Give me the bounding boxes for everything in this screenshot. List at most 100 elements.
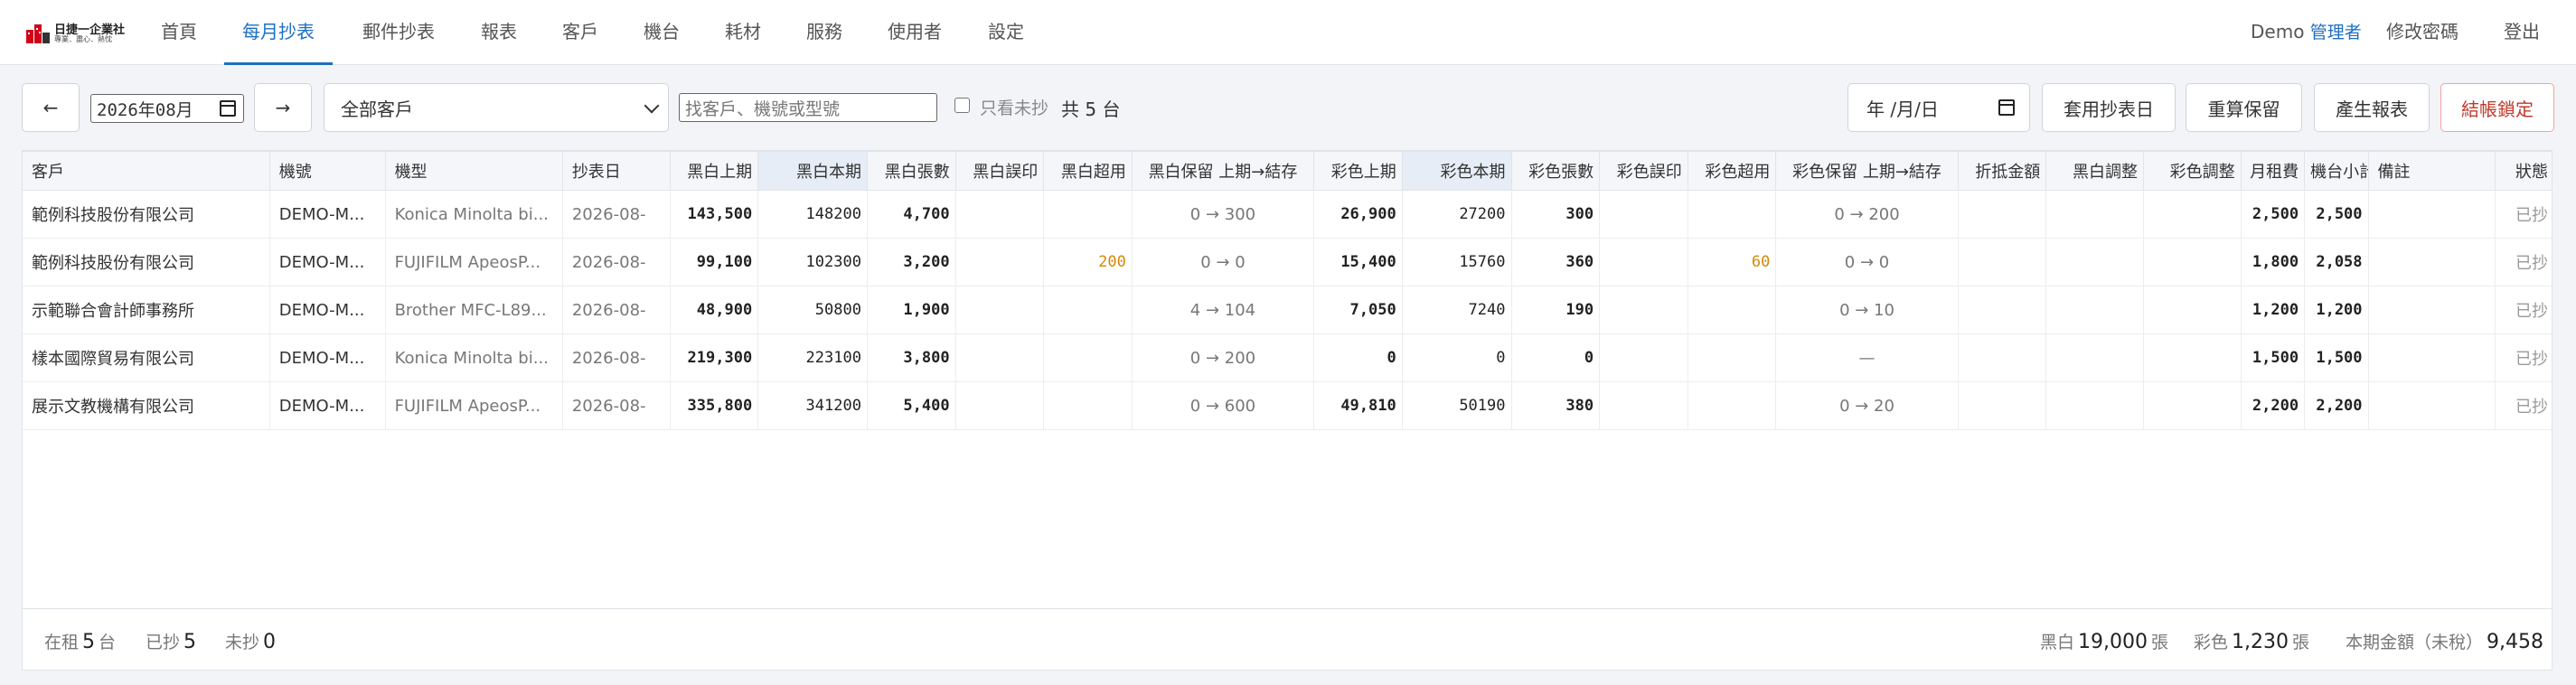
cell-note[interactable] xyxy=(2367,381,2496,430)
col-machine-no[interactable]: 機號 xyxy=(268,151,386,191)
col-bw-overuse[interactable]: 黑白超用 xyxy=(1043,151,1133,191)
search-input[interactable]: 找客戶、機號或型號 xyxy=(679,93,937,122)
cell-color-current[interactable]: 7240 xyxy=(1401,286,1512,334)
customer-filter-select[interactable]: 全部客戶 xyxy=(324,83,669,132)
tab-home[interactable]: 首頁 xyxy=(161,0,197,65)
cell-bw-current[interactable]: 341200 xyxy=(757,381,868,430)
col-bw-adjust[interactable]: 黑白調整 xyxy=(2045,151,2144,191)
cell-subtotal: 1,200 xyxy=(2304,286,2369,334)
col-color-adjust[interactable]: 彩色調整 xyxy=(2142,151,2242,191)
cell-bw-count: 1,900 xyxy=(866,286,956,334)
cell-color-count: 300 xyxy=(1510,190,1601,239)
cell-bw-current[interactable]: 148200 xyxy=(757,190,868,239)
cell-bw-adjust xyxy=(2045,238,2144,286)
color-total-label: 彩色 xyxy=(2194,633,2229,652)
col-color-misprint[interactable]: 彩色誤印 xyxy=(1599,151,1688,191)
col-color-current[interactable]: 彩色本期 xyxy=(1401,151,1512,191)
cell-color-overuse xyxy=(1687,381,1777,430)
cell-color-adjust xyxy=(2142,381,2242,430)
next-month-button[interactable]: → xyxy=(254,83,312,132)
tab-services[interactable]: 服務 xyxy=(806,0,842,65)
cell-color-adjust xyxy=(2142,190,2242,239)
cell-discount xyxy=(1957,381,2047,430)
table-row[interactable]: 展示文教機構有限公司 DEMO-M... FUJIFILM ApeosP... 202… xyxy=(23,381,2552,430)
cell-color-current[interactable]: 15760 xyxy=(1401,238,1512,286)
table-row[interactable]: 範例科技股份有限公司 DEMO-M... FUJIFILM ApeosP... 202… xyxy=(23,238,2552,286)
col-customer[interactable]: 客戶 xyxy=(23,151,270,191)
col-bw-current[interactable]: 黑白本期 xyxy=(757,151,868,191)
cell-subtotal: 2,500 xyxy=(2304,190,2369,239)
table-row[interactable]: 樣本國際貿易有限公司 DEMO-M... Konica Minolta bi... 2… xyxy=(23,333,2552,382)
generate-report-button[interactable]: 產生報表 xyxy=(2314,83,2430,132)
col-color-prev[interactable]: 彩色上期 xyxy=(1313,151,1403,191)
tab-supplies[interactable]: 耗材 xyxy=(725,0,761,65)
col-subtotal[interactable]: 機台小計 xyxy=(2304,151,2369,191)
cell-model: Konica Minolta bi... xyxy=(384,190,563,239)
change-password-link[interactable]: 修改密碼 xyxy=(2386,0,2458,65)
tab-users[interactable]: 使用者 xyxy=(888,0,942,65)
cell-note[interactable] xyxy=(2367,190,2496,239)
cell-bw-current[interactable]: 223100 xyxy=(757,333,868,382)
brand-logo[interactable]: 日捷一企業社 專業．盡心．熱忱 xyxy=(25,18,125,45)
cell-note[interactable] xyxy=(2367,238,2496,286)
cell-bw-misprint xyxy=(954,190,1045,239)
cell-monthly-fee: 1,200 xyxy=(2240,286,2306,334)
calendar-icon xyxy=(1998,99,2015,116)
logout-link[interactable]: 登出 xyxy=(2504,0,2540,65)
col-discount[interactable]: 折抵金額 xyxy=(1957,151,2047,191)
cell-note[interactable] xyxy=(2367,333,2496,382)
month-picker[interactable]: 2026年08月 xyxy=(90,94,244,123)
cell-bw-current[interactable]: 50800 xyxy=(757,286,868,334)
col-bw-misprint[interactable]: 黑白誤印 xyxy=(954,151,1045,191)
tab-settings[interactable]: 設定 xyxy=(988,0,1024,65)
cell-model: Konica Minolta bi... xyxy=(384,333,563,382)
col-monthly-fee[interactable]: 月租費 xyxy=(2240,151,2306,191)
tab-reports[interactable]: 報表 xyxy=(481,0,517,65)
lock-billing-button[interactable]: 結帳鎖定 xyxy=(2440,83,2554,132)
tab-email-reading[interactable]: 郵件抄表 xyxy=(362,0,435,65)
col-model[interactable]: 機型 xyxy=(384,151,563,191)
table-row[interactable]: 範例科技股份有限公司 DEMO-M... Konica Minolta bi... 2… xyxy=(23,190,2552,239)
cell-reading-date: 2026-08- xyxy=(561,190,671,239)
col-bw-prev[interactable]: 黑白上期 xyxy=(669,151,759,191)
col-color-reserve[interactable]: 彩色保留 上期→結存 xyxy=(1775,151,1959,191)
col-reading-date[interactable]: 抄表日 xyxy=(561,151,671,191)
color-total-unit: 張 xyxy=(2292,633,2310,652)
tab-monthly-reading[interactable]: 每月抄表 xyxy=(224,0,333,65)
cell-reading-date: 2026-08- xyxy=(561,238,671,286)
cell-color-prev: 7,050 xyxy=(1313,286,1403,334)
recalc-reserve-button[interactable]: 重算保留 xyxy=(2186,83,2302,132)
cell-color-current[interactable]: 50190 xyxy=(1401,381,1512,430)
user-menu[interactable]: Demo 管理者 xyxy=(2251,0,2362,65)
cell-color-current[interactable]: 0 xyxy=(1401,333,1512,382)
cell-customer: 展示文教機構有限公司 xyxy=(23,381,270,430)
cell-color-adjust xyxy=(2142,333,2242,382)
cell-color-misprint xyxy=(1599,381,1688,430)
tab-machines[interactable]: 機台 xyxy=(644,0,680,65)
col-status[interactable]: 狀態 xyxy=(2495,151,2552,191)
cell-subtotal: 2,058 xyxy=(2304,238,2369,286)
apply-date-button[interactable]: 套用抄表日 xyxy=(2042,83,2176,132)
cell-note[interactable] xyxy=(2367,286,2496,334)
col-note[interactable]: 備註 xyxy=(2367,151,2496,191)
col-color-overuse[interactable]: 彩色超用 xyxy=(1687,151,1777,191)
bw-total-value: 19,000 xyxy=(2078,631,2148,653)
reading-date-input[interactable]: 年 /月/日 xyxy=(1847,83,2030,132)
tab-customers[interactable]: 客戶 xyxy=(562,0,598,65)
unread-only-checkbox[interactable] xyxy=(954,98,970,113)
cell-color-current[interactable]: 27200 xyxy=(1401,190,1512,239)
col-bw-count[interactable]: 黑白張數 xyxy=(866,151,956,191)
cell-bw-reserve: 0 → 0 xyxy=(1131,238,1315,286)
cell-bw-reserve: 0 → 200 xyxy=(1131,333,1315,382)
col-bw-reserve[interactable]: 黑白保留 上期→結存 xyxy=(1131,151,1315,191)
prev-month-button[interactable]: ← xyxy=(22,83,80,132)
cell-bw-current[interactable]: 102300 xyxy=(757,238,868,286)
cell-bw-adjust xyxy=(2045,286,2144,334)
cell-bw-prev: 48,900 xyxy=(669,286,759,334)
cell-color-reserve: 0 → 200 xyxy=(1775,190,1959,239)
table-row[interactable]: 示範聯合會計師事務所 DEMO-M... Brother MFC-L89... 202… xyxy=(23,286,2552,334)
chevron-down-icon xyxy=(644,98,660,114)
cell-color-count: 380 xyxy=(1510,381,1601,430)
col-color-count[interactable]: 彩色張數 xyxy=(1510,151,1601,191)
cell-bw-misprint xyxy=(954,333,1045,382)
